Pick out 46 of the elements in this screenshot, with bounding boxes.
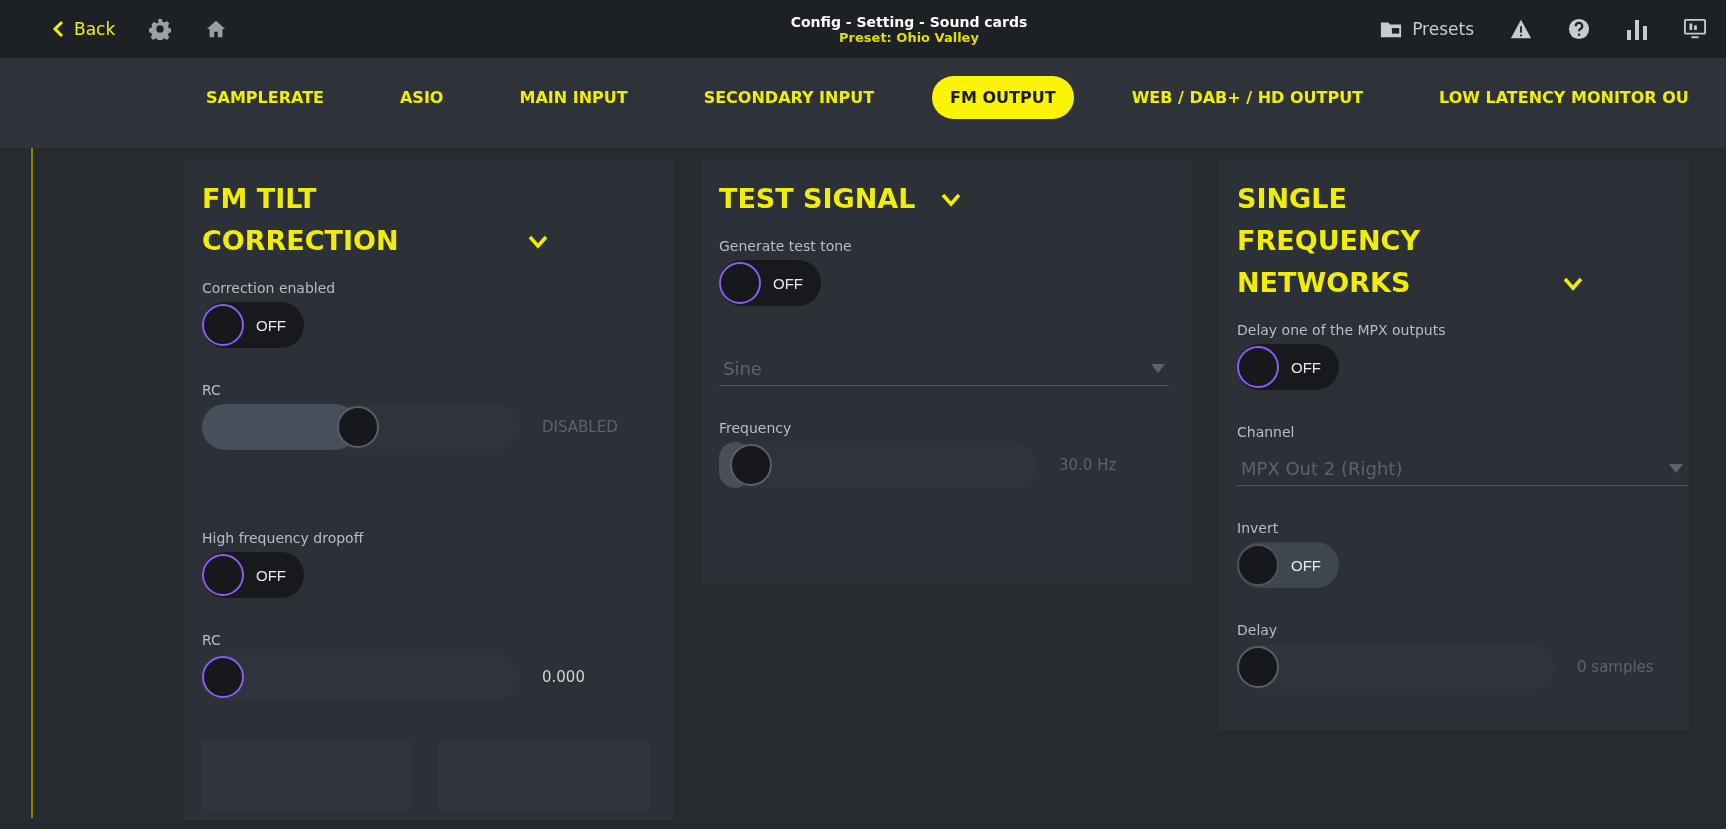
- back-button[interactable]: Back: [52, 19, 116, 39]
- slider-track[interactable]: [719, 442, 1037, 488]
- tab[interactable]: MAIN INPUT: [501, 76, 646, 119]
- field-label: Delay one of the MPX outputs: [1237, 322, 1447, 338]
- help-icon[interactable]: [1568, 18, 1590, 40]
- field-label: RC: [202, 382, 222, 398]
- settings-icon[interactable]: [149, 18, 172, 40]
- presets-button[interactable]: Presets: [1380, 18, 1474, 40]
- toggle-switch[interactable]: OFF: [719, 260, 821, 306]
- dropdown-arrow-icon: [1151, 364, 1165, 373]
- slider-value: 0.000: [542, 668, 585, 686]
- chevron-down-icon[interactable]: [528, 235, 548, 249]
- field-label: Frequency: [719, 420, 793, 436]
- chevron-down-icon[interactable]: [1563, 277, 1583, 291]
- dropdown-arrow-icon: [1669, 464, 1683, 473]
- chevron-left-icon: [52, 20, 64, 38]
- field-label: Correction enabled: [202, 280, 337, 296]
- toggle-switch[interactable]: OFF: [202, 302, 304, 348]
- home-icon[interactable]: [205, 18, 228, 40]
- field-label: High frequency dropoff: [202, 530, 365, 546]
- tab[interactable]: ASIO: [382, 76, 462, 119]
- tab[interactable]: FM OUTPUT: [932, 76, 1074, 119]
- field-label: RC: [202, 632, 222, 648]
- field-label: Channel: [1237, 424, 1296, 440]
- slider-thumb[interactable]: [202, 656, 244, 698]
- toggle-switch[interactable]: OFF: [1237, 344, 1339, 390]
- page-title: Config - Setting - Sound cards: [790, 13, 1028, 30]
- preset-name: Preset: Ohio Valley: [839, 29, 979, 45]
- tab[interactable]: SECONDARY INPUT: [685, 76, 893, 119]
- toggle-switch[interactable]: OFF: [202, 552, 304, 598]
- tab[interactable]: WEB / DAB+ / HD OUTPUT: [1113, 76, 1382, 119]
- section-title: FM TILT CORRECTION: [202, 182, 400, 258]
- warning-icon[interactable]: [1510, 18, 1532, 40]
- field-label: Generate test tone: [719, 238, 853, 254]
- slider-track[interactable]: [1237, 644, 1555, 690]
- field-label: Invert: [1237, 520, 1280, 536]
- tab[interactable]: LOW LATENCY MONITOR OU: [1421, 76, 1707, 119]
- slider-track[interactable]: [202, 404, 520, 450]
- field-label: Delay: [1237, 622, 1279, 638]
- tab[interactable]: SAMPLERATE: [188, 76, 342, 119]
- monitor-icon[interactable]: [1684, 18, 1706, 40]
- slider-track[interactable]: [202, 654, 520, 700]
- section-title: SINGLE FREQUENCY NETWORKS: [1237, 182, 1421, 300]
- chevron-down-icon[interactable]: [941, 193, 962, 207]
- section-title: TEST SIGNAL: [719, 182, 916, 216]
- bar-chart-icon[interactable]: [1626, 18, 1648, 40]
